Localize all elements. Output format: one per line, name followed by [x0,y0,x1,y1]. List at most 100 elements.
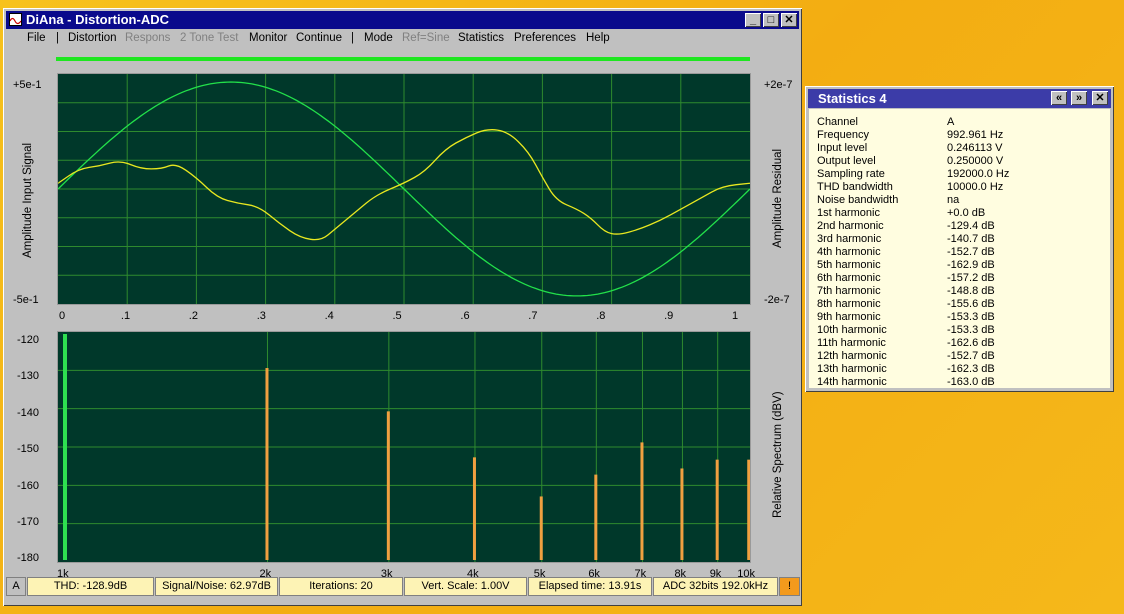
menu-continue[interactable]: Continue [296,32,342,44]
status-warning-icon[interactable]: ! [779,577,800,596]
bottom-y-tick: -130 [17,370,40,383]
stat-value: -162.3 dB [947,363,995,375]
stat-value: -140.7 dB [947,233,995,245]
menu-file[interactable]: File [27,32,46,44]
harmonic-bar [680,468,684,560]
stat-label: 6th harmonic [817,272,881,284]
next-button[interactable]: » [1071,91,1087,105]
top-x-tick: .4 [324,310,334,322]
top-x-tick: .2 [188,310,198,322]
menu-separator: | [56,32,59,44]
menu-2-tone-test[interactable]: 2 Tone Test [180,32,238,44]
stat-value: 192000.0 Hz [947,168,1010,180]
stat-value: -155.6 dB [947,298,995,310]
status-snr: Signal/Noise: 62.97dB [155,577,278,596]
top-plot[interactable] [57,73,751,305]
top-x-tick: .8 [596,310,606,322]
menu-respons[interactable]: Respons [125,32,170,44]
bottom-y-tick: -120 [17,334,40,346]
harmonic-bar [594,474,598,560]
top-ylabel-left: Amplitude Input Signal [22,142,34,258]
stat-value: -163.0 dB [947,376,995,388]
bottom-y-tick: -180 [17,552,40,565]
maximize-button[interactable]: □ [763,13,779,27]
stat-label: Sampling rate [817,168,885,180]
stat-label: 8th harmonic [817,298,881,310]
stat-label: Output level [817,155,876,167]
stat-label: Noise bandwidth [817,194,899,206]
fundamental-bar [63,334,67,560]
top-right-ymin: -2e-7 [764,294,790,306]
waveform-chart [57,74,751,304]
status-iterations: Iterations: 20 [279,577,403,596]
harmonic-bar [386,411,390,560]
top-x-tick: .9 [664,310,674,322]
harmonic-bar [640,442,644,560]
stat-label: 14th harmonic [817,376,887,388]
top-x-tick: .3 [256,310,266,322]
harmonic-bar [539,496,543,560]
main-window: DiAna - Distortion-ADC _ □ ✕ File | Dist… [3,8,802,606]
harmonic-bar [472,457,476,560]
stat-value: 992.961 Hz [947,129,1004,141]
stat-label: 9th harmonic [817,311,881,323]
top-ylabel-right: Amplitude Residual [772,148,784,248]
top-x-tick: .6 [460,310,470,322]
stat-value: -162.9 dB [947,259,995,271]
stat-label: 10th harmonic [817,324,887,336]
status-elapsed: Elapsed time: 13.91s [528,577,652,596]
close-button[interactable]: ✕ [781,13,797,27]
top-x-tick: .5 [392,310,402,322]
harmonic-bar [265,368,269,560]
stat-value: -157.2 dB [947,272,995,284]
top-x-tick: .1 [120,310,131,322]
stat-value: -153.3 dB [947,324,995,336]
bottom-y-tick: -150 [17,443,40,456]
menu-preferences[interactable]: Preferences [514,32,576,44]
menu-help[interactable]: Help [586,32,610,44]
menu-separator: | [351,32,354,44]
stat-value: 10000.0 Hz [947,181,1004,193]
stat-value: -152.7 dB [947,246,995,258]
minimize-button[interactable]: _ [745,13,761,27]
prev-button[interactable]: « [1051,91,1067,105]
stat-value: +0.0 dB [947,207,986,219]
status-channel: A [6,577,26,596]
stat-value: -152.7 dB [947,350,995,362]
stat-label: Channel [817,116,858,128]
stat-value: 0.246113 V [947,142,1003,154]
menu-mode[interactable]: Mode [364,32,393,44]
bottom-y-tick: -170 [17,516,40,528]
title-bar[interactable]: DiAna - Distortion-ADC _ □ ✕ [6,11,799,29]
stat-value: -162.6 dB [947,337,995,349]
bottom-plot[interactable] [57,331,751,563]
menu-statistics[interactable]: Statistics [458,32,504,44]
bottom-y-tick: -140 [17,406,40,419]
status-thd: THD: -128.9dB [27,577,154,596]
spectrum-chart [58,332,751,562]
progress-bar [56,57,750,61]
statistics-title: Statistics 4 [818,91,887,106]
menu-distortion[interactable]: Distortion [68,32,117,44]
top-left-ymin: -5e-1 [13,294,39,306]
top-x-tick: 1 [732,310,739,322]
stat-label: 3rd harmonic [817,233,882,245]
menu-ref-sine[interactable]: Ref=Sine [402,32,450,44]
stat-value: -129.4 dB [947,220,995,232]
stat-value: A [947,116,955,128]
statistics-title-bar[interactable]: Statistics 4 « » ✕ [808,89,1111,108]
stat-label: 4th harmonic [817,246,881,258]
stat-value: na [947,194,960,206]
stat-label: Input level [817,142,868,154]
stat-value: -148.8 dB [947,285,995,297]
statistics-close-button[interactable]: ✕ [1092,91,1108,105]
stat-label: 13th harmonic [817,363,887,375]
stat-value: 0.250000 V [947,155,1004,167]
app-waveform-icon[interactable] [9,13,22,26]
menu-bar: File | Distortion Respons 2 Tone Test Mo… [6,30,799,48]
stat-label: 7th harmonic [817,285,881,297]
menu-monitor[interactable]: Monitor [249,32,287,44]
statistics-window: Statistics 4 « » ✕ Channel A Frequency 992.… [805,86,1114,392]
status-adc: ADC 32bits 192.0kHz [653,577,778,596]
stat-label: 2nd harmonic [817,220,884,232]
